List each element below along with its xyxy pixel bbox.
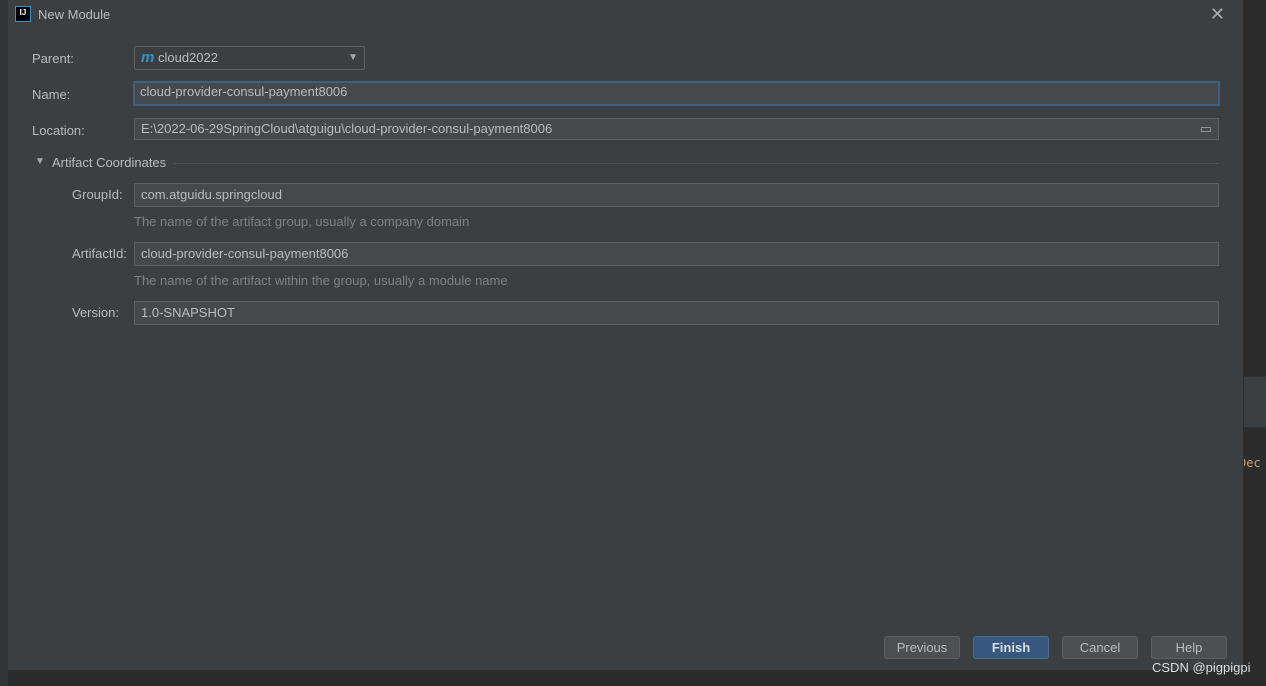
previous-button[interactable]: Previous [884,636,960,659]
maven-icon: m [141,49,155,66]
artifactid-hint: The name of the artifact within the grou… [134,273,508,288]
parent-label: Parent: [32,51,74,66]
parent-value: cloud2022 [157,50,218,65]
section-divider [174,163,1219,164]
artifactid-label: ArtifactId: [72,246,127,261]
section-artifact-coordinates[interactable]: Artifact Coordinates [52,155,166,170]
location-input[interactable]: E:\2022-06-29SpringCloud\atguigu\cloud-p… [134,118,1219,140]
help-button[interactable]: Help [1151,636,1227,659]
name-label: Name: [32,87,71,102]
location-label: Location: [32,123,85,138]
location-value: E:\2022-06-29SpringCloud\atguigu\cloud-p… [141,121,553,136]
chevron-down-icon: ▼ [348,52,358,63]
groupid-hint: The name of the artifact group, usually … [134,214,470,229]
watermark: CSDN @pigpigpi [1152,660,1251,675]
artifactid-input[interactable]: cloud-provider-consul-payment8006 [134,242,1219,266]
version-label: Version: [72,305,119,320]
close-icon[interactable]: ✕ [1210,4,1225,25]
parent-dropdown[interactable]: m cloud2022 ▼ [134,46,365,70]
intellij-icon: IJ [15,6,31,22]
background-toolbar [1243,376,1266,428]
dialog-title: New Module [38,7,111,22]
name-input[interactable]: cloud-provider-consul-payment8006 [133,81,1220,106]
groupid-label: GroupId: [72,187,123,202]
background-ide-right: 0ec [1239,0,1266,686]
collapse-triangle-icon[interactable]: ▼ [35,156,45,167]
cancel-button[interactable]: Cancel [1062,636,1138,659]
background-ide-left [0,0,8,686]
groupid-input[interactable]: com.atguidu.springcloud [134,183,1219,207]
new-module-dialog: IJ New Module ✕ Parent: m cloud2022 ▼ Na… [8,0,1244,670]
title-bar: IJ New Module ✕ [8,0,1243,30]
folder-icon[interactable]: ▭ [1200,119,1212,139]
version-input[interactable]: 1.0-SNAPSHOT [134,301,1219,325]
finish-button[interactable]: Finish [973,636,1049,659]
